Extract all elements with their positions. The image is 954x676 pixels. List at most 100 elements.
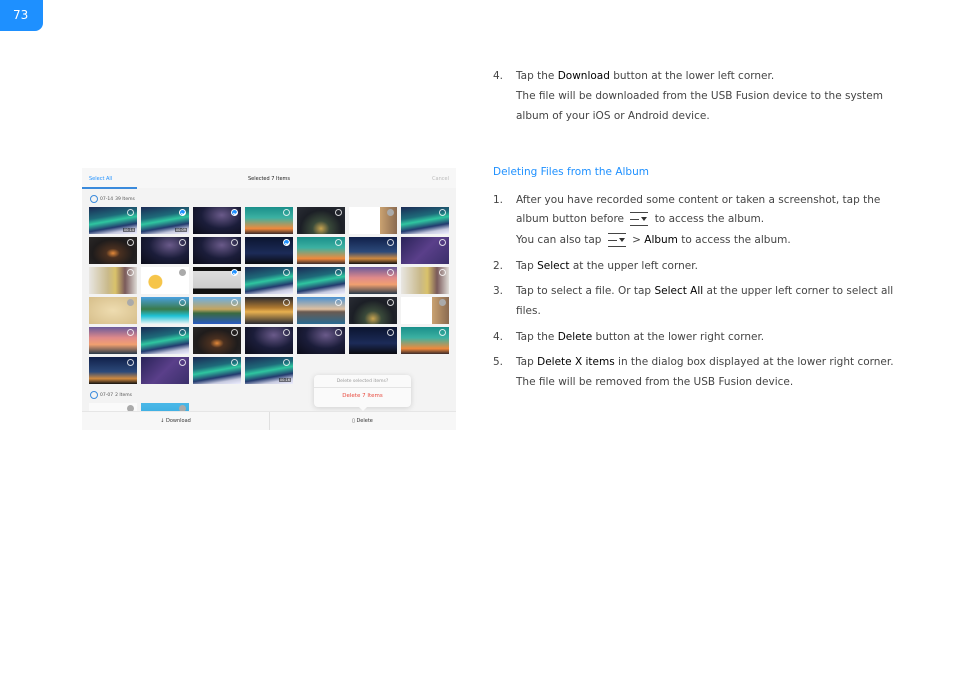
select-circle-icon[interactable] — [127, 269, 134, 276]
select-circle-icon[interactable] — [231, 359, 238, 366]
thumbnail[interactable] — [141, 237, 189, 264]
thumbnail[interactable] — [245, 237, 293, 264]
select-circle-icon[interactable] — [179, 359, 186, 366]
thumbnail[interactable] — [141, 267, 189, 294]
step-text: files. — [516, 305, 541, 317]
select-circle-icon[interactable] — [439, 269, 446, 276]
section-header[interactable]: 07-07 2 Items — [90, 391, 132, 399]
checked-circle-icon[interactable] — [231, 269, 238, 276]
thumbnail[interactable] — [401, 207, 449, 234]
thumbnail[interactable] — [245, 267, 293, 294]
thumbnail[interactable] — [89, 297, 137, 324]
delete-button[interactable]: ▯ Delete — [269, 418, 456, 424]
thumbnail[interactable] — [141, 327, 189, 354]
select-circle-icon[interactable] — [387, 299, 394, 306]
select-circle-icon[interactable] — [283, 359, 290, 366]
select-circle-icon[interactable] — [127, 359, 134, 366]
thumbnail[interactable] — [193, 237, 241, 264]
step-text: You can also tap > Album to access the a… — [516, 233, 791, 247]
thumbnail[interactable] — [245, 297, 293, 324]
thumbnail[interactable] — [349, 267, 397, 294]
thumbnail[interactable] — [245, 207, 293, 234]
step-text: Tap Delete X items in the dialog box dis… — [516, 356, 894, 368]
thumbnail[interactable] — [89, 267, 137, 294]
thumbnail[interactable] — [245, 327, 293, 354]
checked-circle-icon[interactable] — [231, 209, 238, 216]
thumbnail[interactable] — [297, 207, 345, 234]
select-circle-icon[interactable] — [335, 239, 342, 246]
checked-circle-icon[interactable] — [179, 209, 186, 216]
select-circle-icon[interactable] — [231, 239, 238, 246]
thumbnail[interactable] — [349, 327, 397, 354]
page-number: 73 — [0, 0, 43, 31]
thumbnail[interactable] — [141, 357, 189, 384]
thumbnail[interactable] — [89, 237, 137, 264]
select-circle-icon[interactable] — [127, 329, 134, 336]
step-number: 5. — [493, 356, 504, 368]
app-header: Select All Selected 7 Items Cancel — [82, 168, 456, 189]
select-circle-icon[interactable] — [127, 239, 134, 246]
select-circle-icon[interactable] — [127, 299, 134, 306]
select-circle-icon[interactable] — [439, 209, 446, 216]
select-circle-icon[interactable] — [335, 269, 342, 276]
step-number: 1. — [493, 194, 504, 206]
thumbnail[interactable] — [349, 207, 397, 234]
select-circle-icon[interactable] — [387, 239, 394, 246]
thumbnail[interactable] — [193, 207, 241, 234]
thumbnail[interactable] — [401, 267, 449, 294]
step-text: The file will be downloaded from the USB… — [516, 90, 883, 102]
thumbnail[interactable] — [89, 327, 137, 354]
select-circle-icon[interactable] — [179, 269, 186, 276]
select-circle-icon[interactable] — [387, 209, 394, 216]
select-circle-icon[interactable] — [179, 299, 186, 306]
select-circle-icon[interactable] — [179, 239, 186, 246]
select-circle-icon[interactable] — [90, 195, 98, 203]
select-circle-icon[interactable] — [283, 209, 290, 216]
thumbnail[interactable] — [297, 267, 345, 294]
select-circle-icon[interactable] — [283, 329, 290, 336]
step-text: album of your iOS or Android device. — [516, 110, 710, 122]
step-text: Tap the Delete button at the lower right… — [516, 331, 765, 343]
thumbnail[interactable] — [297, 237, 345, 264]
select-circle-icon[interactable] — [179, 329, 186, 336]
selection-title: Selected 7 Items — [247, 176, 291, 182]
thumbnail[interactable] — [297, 327, 345, 354]
select-all-underline — [82, 187, 137, 189]
select-circle-icon[interactable] — [387, 329, 394, 336]
thumbnail[interactable] — [349, 237, 397, 264]
select-circle-icon[interactable] — [283, 269, 290, 276]
select-circle-icon[interactable] — [439, 299, 446, 306]
select-circle-icon[interactable] — [231, 299, 238, 306]
thumbnail[interactable] — [193, 327, 241, 354]
select-circle-icon[interactable] — [387, 269, 394, 276]
download-button[interactable]: ↓ Download — [82, 418, 269, 424]
thumbnail[interactable] — [401, 297, 449, 324]
select-circle-icon[interactable] — [335, 209, 342, 216]
select-circle-icon[interactable] — [231, 329, 238, 336]
select-circle-icon[interactable] — [127, 209, 134, 216]
cancel-button[interactable]: Cancel — [432, 176, 449, 182]
select-circle-icon[interactable] — [439, 329, 446, 336]
select-circle-icon[interactable] — [439, 239, 446, 246]
select-circle-icon[interactable] — [283, 299, 290, 306]
step-text: After you have recorded some content or … — [516, 194, 881, 206]
thumbnail[interactable] — [349, 297, 397, 324]
thumbnail[interactable] — [401, 237, 449, 264]
video-duration: 00:14 — [122, 228, 135, 232]
thumbnail[interactable] — [193, 357, 241, 384]
thumbnail[interactable]: 00:09 — [141, 207, 189, 234]
section-header[interactable]: 07-14 39 Items — [90, 195, 135, 203]
thumbnail[interactable] — [193, 267, 241, 294]
thumbnail[interactable] — [89, 357, 137, 384]
thumbnail[interactable] — [297, 297, 345, 324]
checked-circle-icon[interactable] — [283, 239, 290, 246]
thumbnail[interactable] — [141, 297, 189, 324]
delete-items-button[interactable]: Delete 7 Items — [314, 388, 411, 399]
select-circle-icon[interactable] — [90, 391, 98, 399]
thumbnail[interactable] — [401, 327, 449, 354]
thumbnail[interactable]: 00:16 — [245, 357, 293, 384]
select-circle-icon[interactable] — [335, 299, 342, 306]
select-circle-icon[interactable] — [335, 329, 342, 336]
thumbnail[interactable] — [193, 297, 241, 324]
thumbnail[interactable]: 00:14 — [89, 207, 137, 234]
